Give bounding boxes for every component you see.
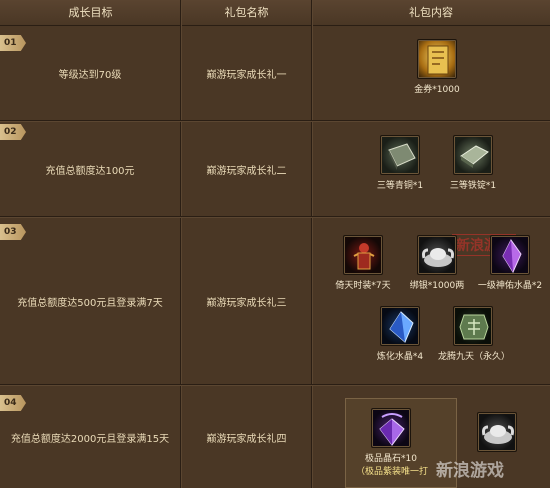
table-row: 04 充值总额度达2000元且登录满15天 巅游玩家成长礼四 极品晶石*10 （… (0, 386, 550, 488)
pack-name: 巅游玩家成长礼三 (206, 298, 287, 309)
growth-goal: 充值总额度达100元 (45, 166, 135, 177)
item-label: 一级神佑水晶*2 (477, 281, 543, 291)
blue-crystal-icon (380, 306, 420, 346)
growth-goal: 充值总额度达2000元且登录满15天 (10, 433, 170, 445)
dragon-token-icon (453, 306, 493, 346)
iron-ingot-icon (453, 135, 493, 175)
item-sublabel: （极品紫装唯一打 (356, 467, 429, 477)
gift-item[interactable]: 极品晶石*10 （极品紫装唯一打 (356, 408, 429, 477)
item-label: 金券*1000 (414, 85, 460, 95)
gift-item[interactable]: 绑银*1000两 (402, 235, 472, 291)
item-label: 倚天时装*7天 (335, 281, 391, 291)
gift-item[interactable]: 一级神佑水晶*2 (475, 235, 545, 291)
bronze-ingot-icon (380, 135, 420, 175)
silver-ingot-icon (477, 412, 517, 452)
gift-item[interactable]: 龙腾九天（永久） (438, 306, 511, 362)
sina-games-watermark: 新浪游戏 (436, 461, 504, 481)
item-label: 三等青铜*1 (376, 181, 424, 191)
header-pack-name: 礼包名称 (224, 6, 269, 19)
item-label: 炼化水晶*4 (376, 352, 424, 362)
table-row: 02 充值总额度达100元 巅游玩家成长礼二 三等青铜*1 三等铁锭*1 (0, 122, 550, 218)
premium-gem-icon (371, 408, 411, 448)
item-label: 龙腾九天（永久） (438, 352, 511, 362)
pack-name: 巅游玩家成长礼四 (206, 433, 287, 445)
purple-crystal-icon (490, 235, 530, 275)
gift-item[interactable]: 三等青铜*1 (365, 135, 435, 191)
gift-pack-table: 成长目标 礼包名称 礼包内容 01 等级达到70级 巅游玩家成长礼一 金券*10… (0, 0, 550, 488)
gift-item[interactable] (462, 412, 532, 455)
gift-item[interactable]: 炼化水晶*4 (365, 306, 435, 362)
table-row: 01 等级达到70级 巅游玩家成长礼一 金券*1000 (0, 26, 550, 122)
pack-name: 巅游玩家成长礼一 (206, 70, 287, 81)
item-label: 极品晶石*10 (365, 454, 417, 464)
gift-item[interactable]: 倚天时装*7天 (328, 235, 398, 291)
pack-name: 巅游玩家成长礼二 (206, 166, 287, 177)
item-label: 绑银*1000两 (409, 281, 465, 291)
armor-costume-icon (343, 235, 383, 275)
item-label: 三等铁锭*1 (449, 181, 497, 191)
table-header: 成长目标 礼包名称 礼包内容 (0, 0, 550, 26)
silver-ingot-icon (417, 235, 457, 275)
gift-item[interactable]: 三等铁锭*1 (438, 135, 508, 191)
growth-goal: 充值总额度达500元且登录满7天 (17, 298, 163, 309)
header-pack-content: 礼包内容 (409, 6, 453, 19)
gold-ticket-icon (417, 39, 457, 79)
header-growth-goal: 成长目标 (68, 6, 113, 19)
growth-goal: 等级达到70级 (58, 70, 122, 81)
gift-item[interactable]: 金券*1000 (402, 39, 472, 95)
table-row: 03 充值总额度达500元且登录满7天 巅游玩家成长礼三 新浪游戏 倚天时装*7… (0, 218, 550, 386)
